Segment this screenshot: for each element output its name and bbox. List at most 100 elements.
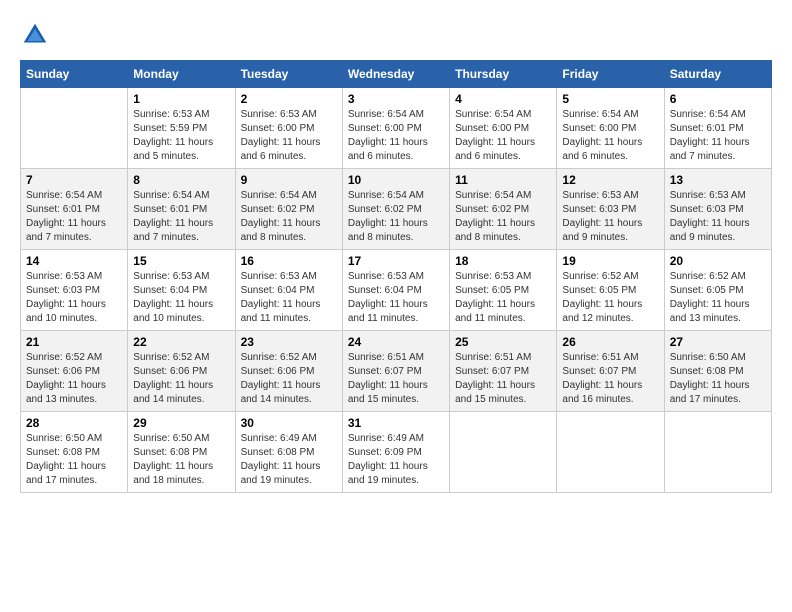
day-info: Sunrise: 6:53 AM Sunset: 6:00 PM Dayligh… [241, 108, 337, 164]
calendar-cell: 16 Sunrise: 6:53 AM Sunset: 6:04 PM Dayli… [235, 250, 342, 331]
day-number: 16 [241, 254, 337, 268]
day-number: 8 [133, 173, 229, 187]
calendar-week-row: 7 Sunrise: 6:54 AM Sunset: 6:01 PM Daylig… [21, 169, 772, 250]
day-number: 9 [241, 173, 337, 187]
calendar-cell: 25 Sunrise: 6:51 AM Sunset: 6:07 PM Dayli… [450, 331, 557, 412]
day-number: 18 [455, 254, 551, 268]
day-of-week-header: Thursday [450, 61, 557, 88]
calendar-cell: 24Sunrise: 6:51 AM Sunset: 6:07 PM Dayli… [342, 331, 449, 412]
day-of-week-header: Tuesday [235, 61, 342, 88]
day-info: Sunrise: 6:49 AM Sunset: 6:08 PM Dayligh… [241, 432, 337, 488]
day-info: Sunrise: 6:52 AM Sunset: 6:06 PM Dayligh… [26, 351, 122, 407]
day-info: Sunrise: 6:54 AM Sunset: 6:02 PM Dayligh… [455, 189, 551, 245]
day-info: Sunrise: 6:53 AM Sunset: 6:03 PM Dayligh… [562, 189, 658, 245]
day-number: 14 [26, 254, 122, 268]
calendar-cell: 10Sunrise: 6:54 AM Sunset: 6:02 PM Dayli… [342, 169, 449, 250]
day-of-week-header: Friday [557, 61, 664, 88]
day-info: Sunrise: 6:50 AM Sunset: 6:08 PM Dayligh… [133, 432, 229, 488]
calendar-cell: 4 Sunrise: 6:54 AM Sunset: 6:00 PM Daylig… [450, 88, 557, 169]
day-info: Sunrise: 6:54 AM Sunset: 6:00 PM Dayligh… [455, 108, 551, 164]
logo [20, 20, 54, 50]
day-info: Sunrise: 6:54 AM Sunset: 6:02 PM Dayligh… [241, 189, 337, 245]
day-of-week-header: Sunday [21, 61, 128, 88]
calendar-cell [557, 412, 664, 493]
day-number: 6 [670, 92, 766, 106]
day-number: 19 [562, 254, 658, 268]
day-number: 15 [133, 254, 229, 268]
calendar-cell: 27 Sunrise: 6:50 AM Sunset: 6:08 PM Dayli… [664, 331, 771, 412]
calendar-cell: 18 Sunrise: 6:53 AM Sunset: 6:05 PM Dayli… [450, 250, 557, 331]
calendar-cell: 30 Sunrise: 6:49 AM Sunset: 6:08 PM Dayli… [235, 412, 342, 493]
day-number: 20 [670, 254, 766, 268]
calendar-cell [450, 412, 557, 493]
calendar-cell: 28Sunrise: 6:50 AM Sunset: 6:08 PM Dayli… [21, 412, 128, 493]
page-header [20, 20, 772, 50]
calendar-week-row: 21 Sunrise: 6:52 AM Sunset: 6:06 PM Dayli… [21, 331, 772, 412]
calendar-header-row: SundayMondayTuesdayWednesdayThursdayFrid… [21, 61, 772, 88]
day-number: 2 [241, 92, 337, 106]
day-info: Sunrise: 6:50 AM Sunset: 6:08 PM Dayligh… [670, 351, 766, 407]
day-number: 17 [348, 254, 444, 268]
day-info: Sunrise: 6:54 AM Sunset: 6:00 PM Dayligh… [562, 108, 658, 164]
day-info: Sunrise: 6:52 AM Sunset: 6:06 PM Dayligh… [241, 351, 337, 407]
calendar-cell: 26 Sunrise: 6:51 AM Sunset: 6:07 PM Dayli… [557, 331, 664, 412]
day-info: Sunrise: 6:51 AM Sunset: 6:07 PM Dayligh… [562, 351, 658, 407]
calendar-cell: 9 Sunrise: 6:54 AM Sunset: 6:02 PM Daylig… [235, 169, 342, 250]
day-number: 13 [670, 173, 766, 187]
calendar-cell: 20 Sunrise: 6:52 AM Sunset: 6:05 PM Dayli… [664, 250, 771, 331]
calendar-cell: 19 Sunrise: 6:52 AM Sunset: 6:05 PM Dayli… [557, 250, 664, 331]
calendar-cell: 8 Sunrise: 6:54 AM Sunset: 6:01 PM Daylig… [128, 169, 235, 250]
calendar-table: SundayMondayTuesdayWednesdayThursdayFrid… [20, 60, 772, 493]
calendar-cell: 13Sunrise: 6:53 AM Sunset: 6:03 PM Dayli… [664, 169, 771, 250]
day-number: 12 [562, 173, 658, 187]
calendar-cell: 5 Sunrise: 6:54 AM Sunset: 6:00 PM Daylig… [557, 88, 664, 169]
day-number: 27 [670, 335, 766, 349]
day-number: 22 [133, 335, 229, 349]
day-number: 31 [348, 416, 444, 430]
day-info: Sunrise: 6:53 AM Sunset: 6:04 PM Dayligh… [133, 270, 229, 326]
day-info: Sunrise: 6:54 AM Sunset: 6:01 PM Dayligh… [670, 108, 766, 164]
day-info: Sunrise: 6:51 AM Sunset: 6:07 PM Dayligh… [348, 351, 444, 407]
logo-icon [20, 20, 50, 50]
day-of-week-header: Wednesday [342, 61, 449, 88]
day-number: 5 [562, 92, 658, 106]
calendar-cell: 15 Sunrise: 6:53 AM Sunset: 6:04 PM Dayli… [128, 250, 235, 331]
day-number: 7 [26, 173, 122, 187]
day-info: Sunrise: 6:50 AM Sunset: 6:08 PM Dayligh… [26, 432, 122, 488]
calendar-cell [21, 88, 128, 169]
day-number: 1 [133, 92, 229, 106]
calendar-cell: 7 Sunrise: 6:54 AM Sunset: 6:01 PM Daylig… [21, 169, 128, 250]
day-info: Sunrise: 6:53 AM Sunset: 6:03 PM Dayligh… [26, 270, 122, 326]
day-number: 4 [455, 92, 551, 106]
day-number: 23 [241, 335, 337, 349]
calendar-cell: 14 Sunrise: 6:53 AM Sunset: 6:03 PM Dayli… [21, 250, 128, 331]
day-number: 10 [348, 173, 444, 187]
day-of-week-header: Saturday [664, 61, 771, 88]
calendar-cell: 22Sunrise: 6:52 AM Sunset: 6:06 PM Dayli… [128, 331, 235, 412]
day-number: 26 [562, 335, 658, 349]
day-info: Sunrise: 6:53 AM Sunset: 5:59 PM Dayligh… [133, 108, 229, 164]
calendar-cell: 1 Sunrise: 6:53 AM Sunset: 5:59 PM Daylig… [128, 88, 235, 169]
calendar-cell [664, 412, 771, 493]
day-number: 21 [26, 335, 122, 349]
day-number: 30 [241, 416, 337, 430]
calendar-cell: 2 Sunrise: 6:53 AM Sunset: 6:00 PM Daylig… [235, 88, 342, 169]
calendar-cell: 12 Sunrise: 6:53 AM Sunset: 6:03 PM Dayli… [557, 169, 664, 250]
day-info: Sunrise: 6:54 AM Sunset: 6:01 PM Dayligh… [133, 189, 229, 245]
day-info: Sunrise: 6:52 AM Sunset: 6:05 PM Dayligh… [562, 270, 658, 326]
calendar-week-row: 14 Sunrise: 6:53 AM Sunset: 6:03 PM Dayli… [21, 250, 772, 331]
day-number: 25 [455, 335, 551, 349]
calendar-cell: 17Sunrise: 6:53 AM Sunset: 6:04 PM Dayli… [342, 250, 449, 331]
day-of-week-header: Monday [128, 61, 235, 88]
calendar-cell: 11Sunrise: 6:54 AM Sunset: 6:02 PM Dayli… [450, 169, 557, 250]
day-info: Sunrise: 6:51 AM Sunset: 6:07 PM Dayligh… [455, 351, 551, 407]
day-info: Sunrise: 6:54 AM Sunset: 6:01 PM Dayligh… [26, 189, 122, 245]
calendar-cell: 6 Sunrise: 6:54 AM Sunset: 6:01 PM Daylig… [664, 88, 771, 169]
calendar-cell: 29 Sunrise: 6:50 AM Sunset: 6:08 PM Dayli… [128, 412, 235, 493]
day-number: 29 [133, 416, 229, 430]
day-info: Sunrise: 6:53 AM Sunset: 6:05 PM Dayligh… [455, 270, 551, 326]
day-info: Sunrise: 6:52 AM Sunset: 6:05 PM Dayligh… [670, 270, 766, 326]
day-info: Sunrise: 6:53 AM Sunset: 6:04 PM Dayligh… [241, 270, 337, 326]
calendar-cell: 3Sunrise: 6:54 AM Sunset: 6:00 PM Daylig… [342, 88, 449, 169]
calendar-cell: 31Sunrise: 6:49 AM Sunset: 6:09 PM Dayli… [342, 412, 449, 493]
